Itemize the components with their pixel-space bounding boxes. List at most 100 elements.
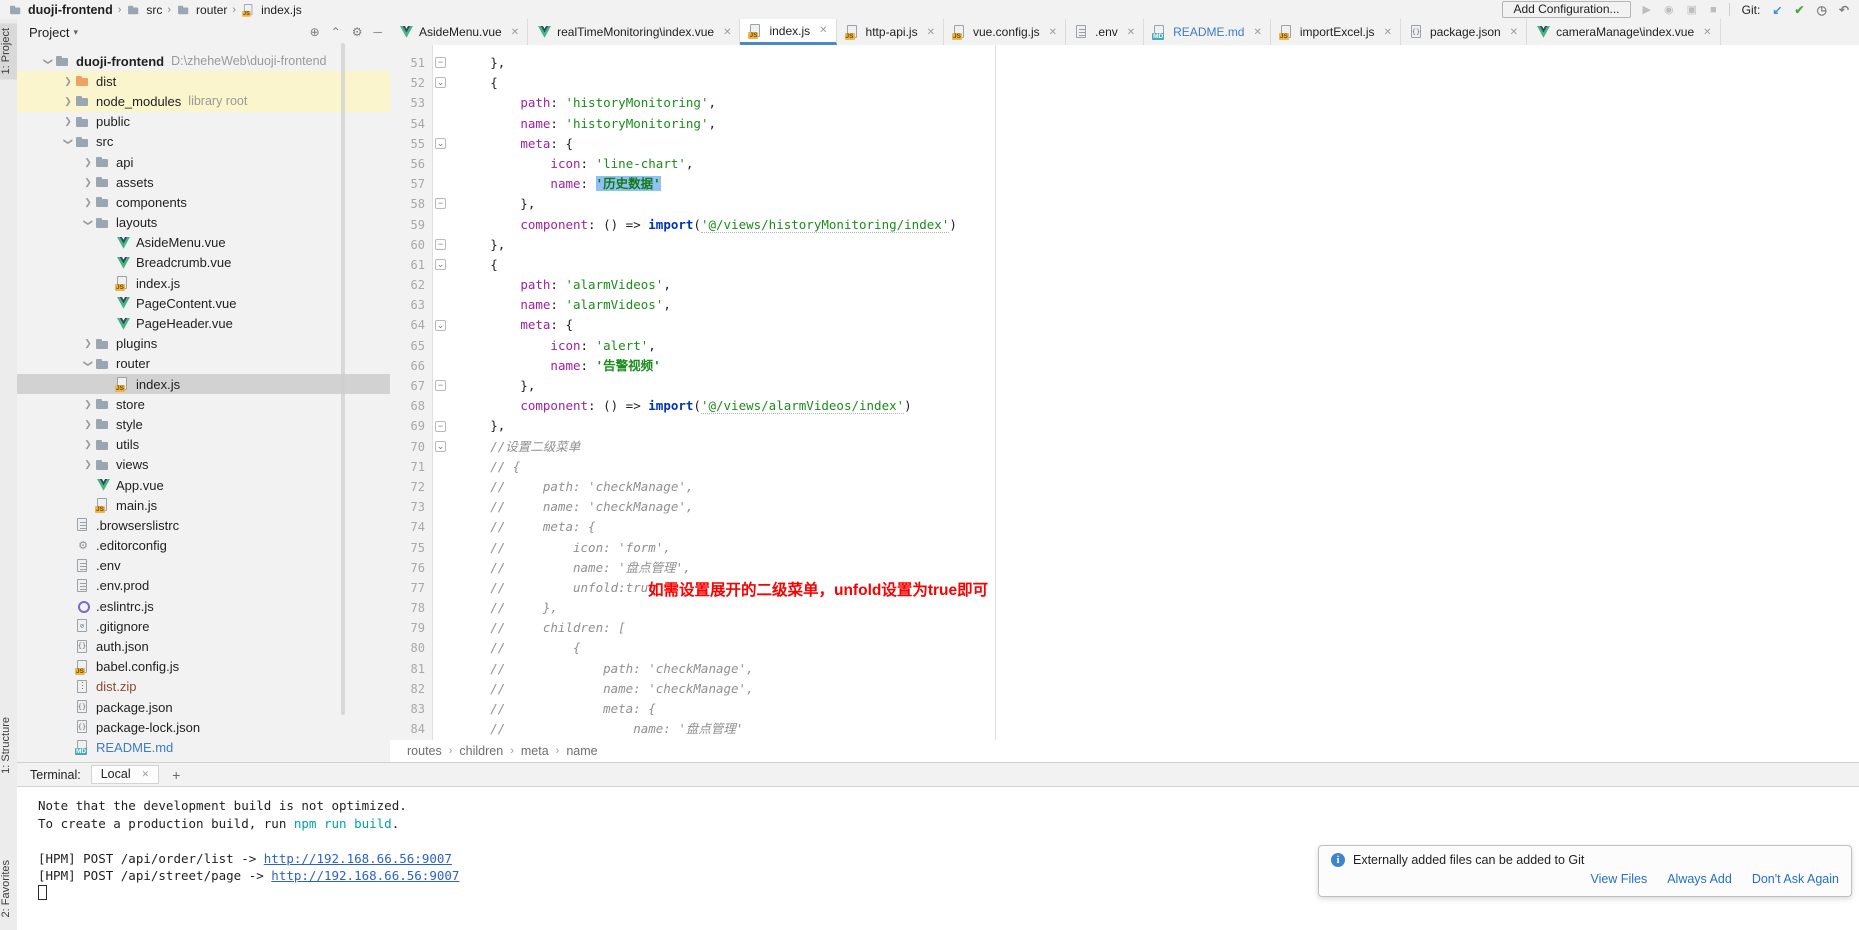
code-line[interactable]: // }, (430, 598, 1859, 618)
tree-item-dist-zip[interactable]: dist.zip (17, 677, 390, 697)
notification-action-view-files[interactable]: View Files (1590, 872, 1647, 886)
tree-item-index-js[interactable]: JSindex.js (17, 374, 390, 394)
close-icon[interactable]: ✕ (1703, 27, 1711, 38)
code-line[interactable]: name: 'alarmVideos', (430, 295, 1859, 315)
editor-tab-readme-md[interactable]: MDREADME.md✕ (1144, 19, 1271, 45)
code-line[interactable]: name: 'historyMonitoring', (430, 114, 1859, 134)
git-commit-icon[interactable]: ✔ (1794, 3, 1804, 17)
project-tree-scrollbar[interactable] (341, 43, 345, 715)
tree-item-assets[interactable]: ❯assets (17, 172, 390, 192)
close-icon[interactable]: ✕ (1510, 27, 1518, 38)
chevron-collapsed-icon[interactable]: ❯ (81, 177, 95, 188)
chevron-collapsed-icon[interactable]: ❯ (81, 439, 95, 450)
chevron-collapsed-icon[interactable]: ❯ (81, 197, 95, 208)
editor-tab-package-json[interactable]: {}package.json✕ (1401, 19, 1527, 45)
editor-tab-realtimemonitoring-index-vue[interactable]: realTimeMonitoring\index.vue✕ (528, 19, 740, 45)
git-history-icon[interactable]: ◷ (1816, 3, 1826, 17)
chevron-expanded-icon[interactable]: ❯ (63, 135, 74, 149)
terminal-link[interactable]: http://192.168.66.56:9007 (271, 868, 459, 883)
code-line[interactable]: { (430, 255, 1859, 275)
notification-action-don-t-ask-again[interactable]: Don't Ask Again (1752, 872, 1839, 886)
notification-action-always-add[interactable]: Always Add (1667, 872, 1732, 886)
close-icon[interactable]: ✕ (819, 25, 827, 36)
chevron-collapsed-icon[interactable]: ❯ (81, 338, 95, 349)
code-line[interactable]: // name: 'checkManage', (430, 679, 1859, 699)
close-icon[interactable]: ✕ (927, 27, 935, 38)
code-line[interactable]: icon: 'alert', (430, 336, 1859, 356)
editor-tab-importexcel-js[interactable]: JSimportExcel.js✕ (1271, 19, 1401, 45)
terminal-tab-local[interactable]: Local ✕ (91, 765, 159, 784)
tree-item-utils[interactable]: ❯utils (17, 435, 390, 455)
tree-item-layouts[interactable]: ❯layouts (17, 213, 390, 233)
code-line[interactable]: icon: 'line-chart', (430, 154, 1859, 174)
code-line[interactable]: }, (430, 194, 1859, 214)
code-line[interactable]: // icon: 'form', (430, 538, 1859, 558)
breadcrumb-item[interactable]: JSindex.js (241, 2, 302, 18)
tree-item-package-lock-json[interactable]: {}package-lock.json (17, 717, 390, 737)
tool-window-project-button[interactable]: 1: Project (0, 23, 17, 79)
tree-item-duoji-frontend[interactable]: ❯duoji-frontendD:\zheheWeb\duoji-fronten… (17, 51, 390, 71)
tree-item--eslintrc-js[interactable]: .eslintrc.js (17, 596, 390, 616)
editor-tab-vue-config-js[interactable]: JSvue.config.js✕ (944, 19, 1066, 45)
tree-item--env-prod[interactable]: .env.prod (17, 576, 390, 596)
tree-item-index-js[interactable]: JSindex.js (17, 273, 390, 293)
tool-window-structure-button[interactable]: 1: Structure (0, 712, 17, 779)
code-lines[interactable]: }, { path: 'historyMonitoring', name: 'h… (430, 45, 1859, 739)
tree-item-style[interactable]: ❯style (17, 414, 390, 434)
locate-icon[interactable]: ⊕ (310, 25, 320, 39)
code-line[interactable]: // children: [ (430, 618, 1859, 638)
code-line[interactable]: { (430, 73, 1859, 93)
tree-item-app-vue[interactable]: App.vue (17, 475, 390, 495)
tree-item--gitignore[interactable]: ⊘.gitignore (17, 616, 390, 636)
code-line[interactable]: // name: '盘点管理' (430, 719, 1859, 739)
settings-icon[interactable]: ⚙ (352, 25, 363, 39)
run-icon[interactable]: ▶ (1643, 3, 1651, 16)
code-line[interactable]: // name: '盘点管理', (430, 558, 1859, 578)
code-line[interactable]: // meta: { (430, 699, 1859, 719)
tree-item-views[interactable]: ❯views (17, 455, 390, 475)
code-line[interactable]: }, (430, 376, 1859, 396)
tree-item-api[interactable]: ❯api (17, 152, 390, 172)
chevron-expanded-icon[interactable]: ❯ (83, 216, 94, 230)
chevron-collapsed-icon[interactable]: ❯ (61, 76, 75, 87)
tree-item-babel-config-js[interactable]: JSbabel.config.js (17, 657, 390, 677)
breadcrumb-item[interactable]: duoji-frontend (8, 2, 113, 18)
code-line[interactable]: }, (430, 416, 1859, 436)
code-line[interactable]: path: 'historyMonitoring', (430, 93, 1859, 113)
chevron-collapsed-icon[interactable]: ❯ (81, 157, 95, 168)
chevron-expanded-icon[interactable]: ❯ (43, 54, 54, 68)
close-icon[interactable]: ✕ (1049, 27, 1057, 38)
code-line[interactable]: // unfold:true (430, 578, 1859, 598)
code-line[interactable]: // name: 'checkManage', (430, 497, 1859, 517)
tree-item-pageheader-vue[interactable]: PageHeader.vue (17, 313, 390, 333)
tree-item--editorconfig[interactable]: ⚙.editorconfig (17, 536, 390, 556)
tree-item-router[interactable]: ❯router (17, 354, 390, 374)
editor-tab-cameramanage-index-vue[interactable]: cameraManage\index.vue✕ (1527, 19, 1720, 45)
collapse-all-icon[interactable]: ⌃ (331, 25, 341, 39)
code-line[interactable]: // meta: { (430, 517, 1859, 537)
chevron-expanded-icon[interactable]: ❯ (83, 357, 94, 371)
tree-item-node-modules[interactable]: ❯node_moduleslibrary root (17, 91, 390, 111)
tree-item-dist[interactable]: ❯dist (17, 71, 390, 91)
editor-tab-index-js[interactable]: JSindex.js✕ (740, 19, 836, 45)
editor-tab-http-api-js[interactable]: JShttp-api.js✕ (837, 19, 944, 45)
tree-item-src[interactable]: ❯src (17, 132, 390, 152)
code-line[interactable]: meta: { (430, 134, 1859, 154)
tree-item-store[interactable]: ❯store (17, 394, 390, 414)
editor-breadcrumb-item[interactable]: meta (521, 744, 549, 758)
tool-window-favorites-button[interactable]: 2: Favorites (0, 855, 17, 922)
tree-item-auth-json[interactable]: {}auth.json (17, 636, 390, 656)
editor-breadcrumb-item[interactable]: routes (407, 744, 442, 758)
add-configuration-button[interactable]: Add Configuration... (1502, 1, 1630, 18)
editor-tab-asidemenu-vue[interactable]: AsideMenu.vue✕ (390, 19, 528, 45)
debug-icon[interactable]: ◉ (1664, 3, 1674, 16)
editor-breadcrumb-item[interactable]: children (459, 744, 503, 758)
code-line[interactable]: path: 'alarmVideos', (430, 275, 1859, 295)
code-line[interactable]: // path: 'checkManage', (430, 659, 1859, 679)
tree-item--browserslistrc[interactable]: .browserslistrc (17, 515, 390, 535)
editor-tab--env[interactable]: .env✕ (1066, 19, 1144, 45)
close-icon[interactable]: ✕ (1253, 27, 1261, 38)
code-line[interactable]: component: () => import('@/views/history… (430, 215, 1859, 235)
close-icon[interactable]: ✕ (511, 27, 519, 38)
tree-item-readme-md[interactable]: MDREADME.md (17, 737, 390, 757)
